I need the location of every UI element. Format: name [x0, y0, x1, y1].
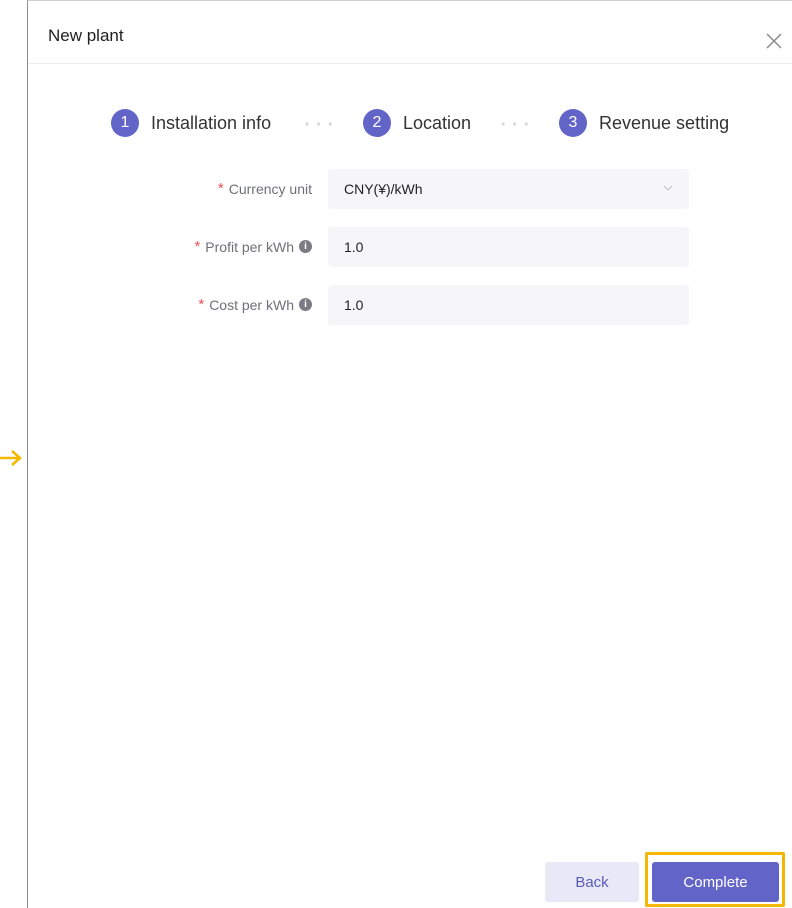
required-mark: *	[194, 238, 201, 255]
step-label: Location	[403, 112, 472, 133]
arrow-right-icon	[0, 450, 22, 466]
required-mark: *	[198, 296, 205, 313]
step-separator: • • •	[501, 117, 531, 131]
info-icon[interactable]: i	[299, 240, 312, 253]
currency-unit-row: * Currency unit CNY(¥)/kWh	[28, 169, 792, 209]
step-separator: • • •	[305, 117, 335, 131]
profit-per-kwh-label-text: Profit per kWh	[205, 238, 294, 255]
complete-button[interactable]: Complete	[652, 862, 779, 902]
step-number: 1	[111, 109, 139, 137]
required-mark: *	[217, 180, 224, 197]
step-number: 2	[363, 109, 391, 137]
close-icon[interactable]	[764, 31, 784, 51]
currency-unit-value: CNY(¥)/kWh	[344, 181, 423, 197]
profit-per-kwh-field	[328, 227, 689, 267]
currency-unit-label: * Currency unit	[218, 180, 312, 197]
step-installation-info[interactable]: 1 Installation info	[111, 109, 271, 137]
cost-per-kwh-input[interactable]	[344, 297, 673, 313]
info-icon[interactable]: i	[299, 298, 312, 311]
step-location[interactable]: 2 Location	[363, 109, 471, 137]
back-button[interactable]: Back	[545, 862, 639, 902]
chevron-down-icon	[663, 185, 673, 191]
new-plant-dialog: New plant 1 Installation info • • • 2 Lo…	[27, 0, 792, 908]
dialog-title: New plant	[48, 26, 124, 45]
profit-per-kwh-label: * Profit per kWh i	[194, 238, 312, 255]
stepper: 1 Installation info • • • 2 Location • •…	[28, 109, 792, 139]
currency-unit-label-text: Currency unit	[228, 180, 312, 197]
currency-unit-select[interactable]: CNY(¥)/kWh	[328, 169, 689, 209]
cost-per-kwh-field	[328, 285, 689, 325]
cost-per-kwh-row: * Cost per kWh i	[28, 285, 792, 325]
step-revenue-setting[interactable]: 3 Revenue setting	[559, 109, 729, 137]
step-number: 3	[559, 109, 587, 137]
step-label: Installation info	[151, 112, 272, 133]
cost-per-kwh-label: * Cost per kWh i	[198, 296, 312, 313]
profit-per-kwh-input[interactable]	[344, 239, 673, 255]
dialog-header: New plant	[28, 1, 792, 64]
cost-per-kwh-label-text: Cost per kWh	[209, 296, 294, 313]
step-label: Revenue setting	[599, 112, 730, 133]
profit-per-kwh-row: * Profit per kWh i	[28, 227, 792, 267]
